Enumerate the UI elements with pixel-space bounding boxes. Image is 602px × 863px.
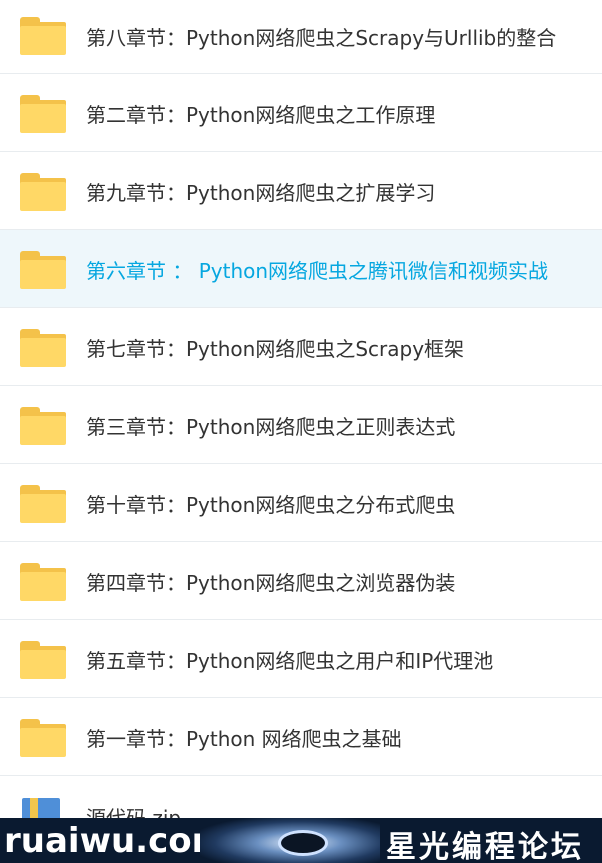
folder-name: 第六章节 ： Python网络爬虫之腾讯微信和视频实战: [86, 259, 549, 283]
folder-icon: [20, 17, 66, 55]
folder-row-chapter-8[interactable]: 第八章节：Python网络爬虫之Scrapy与Urllib的整合: [0, 0, 602, 74]
file-list: 第八章节：Python网络爬虫之Scrapy与Urllib的整合 第二章节：Py…: [0, 0, 602, 836]
folder-name: 第三章节：Python网络爬虫之正则表达式: [86, 415, 456, 439]
folder-name: 第九章节：Python网络爬虫之扩展学习: [86, 181, 436, 205]
forum-name: 星光编程论坛: [386, 830, 584, 863]
folder-icon: [20, 407, 66, 445]
folder-row-chapter-7[interactable]: 第七章节：Python网络爬虫之Scrapy框架: [0, 308, 602, 386]
folder-row-chapter-9[interactable]: 第九章节：Python网络爬虫之扩展学习: [0, 152, 602, 230]
folder-icon: [20, 251, 66, 289]
folder-icon: [20, 485, 66, 523]
folder-row-chapter-5[interactable]: 第五章节：Python网络爬虫之用户和IP代理池: [0, 620, 602, 698]
folder-name: 第八章节：Python网络爬虫之Scrapy与Urllib的整合: [86, 26, 557, 50]
eye-graphic: [278, 830, 328, 856]
folder-icon: [20, 641, 66, 679]
folder-name: 第五章节：Python网络爬虫之用户和IP代理池: [86, 649, 494, 673]
folder-icon: [20, 719, 66, 757]
folder-row-chapter-3[interactable]: 第三章节：Python网络爬虫之正则表达式: [0, 386, 602, 464]
folder-icon: [20, 95, 66, 133]
folder-name: 第二章节：Python网络爬虫之工作原理: [86, 103, 436, 127]
folder-row-chapter-4[interactable]: 第四章节：Python网络爬虫之浏览器伪装: [0, 542, 602, 620]
folder-row-chapter-1[interactable]: 第一章节：Python 网络爬虫之基础: [0, 698, 602, 776]
brand-text: ruaiwu.com: [4, 821, 228, 861]
watermark-banner: ruaiwu.com 星光编程论坛: [0, 818, 602, 863]
folder-icon: [20, 329, 66, 367]
folder-row-chapter-6[interactable]: 第六章节 ： Python网络爬虫之腾讯微信和视频实战: [0, 230, 602, 308]
folder-row-chapter-2[interactable]: 第二章节：Python网络爬虫之工作原理: [0, 74, 602, 152]
folder-row-chapter-10[interactable]: 第十章节：Python网络爬虫之分布式爬虫: [0, 464, 602, 542]
folder-icon: [20, 563, 66, 601]
folder-name: 第一章节：Python 网络爬虫之基础: [86, 727, 402, 751]
folder-icon: [20, 173, 66, 211]
folder-name: 第四章节：Python网络爬虫之浏览器伪装: [86, 571, 456, 595]
folder-name: 第十章节：Python网络爬虫之分布式爬虫: [86, 493, 456, 517]
folder-name: 第七章节：Python网络爬虫之Scrapy框架: [86, 337, 465, 361]
archive-file-icon: [22, 798, 60, 820]
